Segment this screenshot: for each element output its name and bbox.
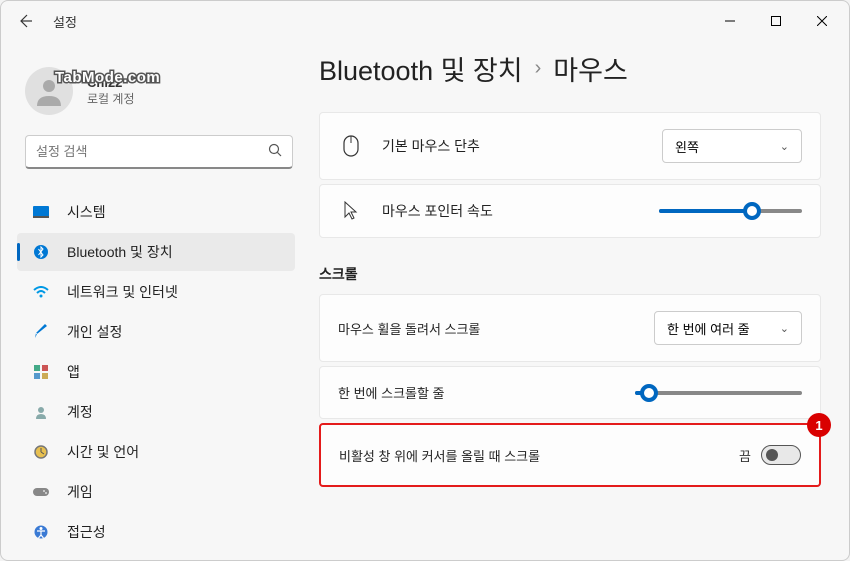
- gaming-icon: [31, 482, 51, 502]
- clock-icon: [31, 442, 51, 462]
- primary-button-label: 기본 마우스 단추: [382, 136, 480, 156]
- accounts-icon: [31, 402, 51, 422]
- sidebar: Chi22 로컬 계정 TabMode.com TabMode.com: [1, 41, 301, 560]
- nav-label: 접근성: [67, 522, 106, 542]
- pointer-speed-slider[interactable]: [659, 209, 802, 213]
- breadcrumb: Bluetooth 및 장치 › 마우스: [319, 49, 821, 88]
- window-title: 설정: [53, 12, 77, 31]
- user-type: 로컬 계정: [87, 90, 135, 107]
- nav-label: 개인 설정: [67, 322, 122, 342]
- person-icon: [32, 74, 66, 108]
- user-section[interactable]: Chi22 로컬 계정 TabMode.com TabMode.com: [17, 51, 301, 135]
- annotation-badge: 1: [807, 413, 831, 437]
- search-icon: [268, 143, 282, 160]
- avatar: [25, 67, 73, 115]
- nav-item-gaming[interactable]: 게임: [17, 473, 295, 511]
- scroll-heading: 스크롤: [319, 264, 821, 284]
- nav-label: 앱: [67, 362, 80, 382]
- hover-scroll-toggle-group: 끔: [739, 445, 801, 465]
- nav-item-network[interactable]: 네트워크 및 인터넷: [17, 273, 295, 311]
- close-button[interactable]: [799, 1, 845, 41]
- wheel-scroll-label: 마우스 휠을 돌려서 스크롤: [338, 319, 480, 338]
- main-content: Chi22 로컬 계정 TabMode.com TabMode.com: [1, 41, 849, 560]
- nav-label: Bluetooth 및 장치: [67, 242, 173, 262]
- nav-item-time-language[interactable]: 시간 및 언어: [17, 433, 295, 471]
- chevron-down-icon: ⌄: [780, 140, 789, 153]
- nav-item-accessibility[interactable]: 접근성: [17, 513, 295, 551]
- lines-at-time-setting: 한 번에 스크롤할 줄: [319, 366, 821, 419]
- back-button[interactable]: [5, 1, 45, 41]
- titlebar: 설정: [1, 1, 849, 41]
- primary-button-dropdown[interactable]: 왼쪽 ⌄: [662, 129, 802, 163]
- toggle-state-text: 끔: [739, 446, 751, 465]
- dropdown-value: 한 번에 여러 줄: [667, 319, 750, 338]
- search-input[interactable]: [36, 144, 268, 159]
- breadcrumb-parent[interactable]: Bluetooth 및 장치: [319, 49, 523, 88]
- nav-item-bluetooth[interactable]: Bluetooth 및 장치: [17, 233, 295, 271]
- dropdown-value: 왼쪽: [675, 137, 699, 156]
- user-name: Chi22: [87, 75, 135, 90]
- nav-item-system[interactable]: 시스템: [17, 193, 295, 231]
- nav-item-accounts[interactable]: 계정: [17, 393, 295, 431]
- hover-scroll-setting[interactable]: 비활성 창 위에 커서를 올릴 때 스크롤 끔 1: [319, 423, 821, 487]
- pointer-speed-label: 마우스 포인터 속도: [382, 201, 493, 221]
- nav-list: 시스템 Bluetooth 및 장치 네트워크 및 인터넷: [17, 191, 301, 553]
- minimize-icon: [725, 16, 735, 26]
- nav-label: 네트워크 및 인터넷: [67, 282, 178, 302]
- nav-label: 계정: [67, 402, 93, 422]
- nav-item-personalization[interactable]: 개인 설정: [17, 313, 295, 351]
- chevron-down-icon: ⌄: [780, 322, 789, 335]
- user-info: Chi22 로컬 계정: [87, 75, 135, 107]
- hover-scroll-toggle[interactable]: [761, 445, 801, 465]
- mouse-icon: [338, 135, 364, 157]
- accessibility-icon: [31, 522, 51, 542]
- maximize-button[interactable]: [753, 1, 799, 41]
- primary-button-setting: 기본 마우스 단추 왼쪽 ⌄: [319, 112, 821, 180]
- nav-item-apps[interactable]: 앱: [17, 353, 295, 391]
- nav-label: 시간 및 언어: [67, 442, 139, 462]
- pointer-speed-setting: 마우스 포인터 속도: [319, 184, 821, 238]
- window-controls: [707, 1, 845, 41]
- bluetooth-icon: [31, 242, 51, 262]
- content-area: Bluetooth 및 장치 › 마우스 기본 마우스 단추 왼쪽 ⌄: [301, 41, 849, 560]
- wheel-scroll-dropdown[interactable]: 한 번에 여러 줄 ⌄: [654, 311, 802, 345]
- maximize-icon: [771, 16, 781, 26]
- breadcrumb-current: 마우스: [553, 49, 628, 88]
- cursor-icon: [338, 201, 364, 221]
- settings-window: 설정 Chi22: [0, 0, 850, 561]
- nav-label: 게임: [67, 482, 93, 502]
- system-icon: [31, 202, 51, 222]
- lines-label: 한 번에 스크롤할 줄: [338, 383, 445, 402]
- chevron-right-icon: ›: [535, 57, 542, 80]
- hover-scroll-label: 비활성 창 위에 커서를 올릴 때 스크롤: [339, 446, 540, 465]
- search-box[interactable]: [25, 135, 293, 169]
- close-icon: [817, 16, 827, 26]
- wifi-icon: [31, 282, 51, 302]
- arrow-left-icon: [17, 13, 33, 29]
- minimize-button[interactable]: [707, 1, 753, 41]
- apps-icon: [31, 362, 51, 382]
- lines-slider[interactable]: [635, 391, 802, 395]
- paintbrush-icon: [31, 322, 51, 342]
- nav-label: 시스템: [67, 202, 106, 222]
- wheel-scroll-setting[interactable]: 마우스 휠을 돌려서 스크롤 한 번에 여러 줄 ⌄: [319, 294, 821, 362]
- toggle-knob: [766, 449, 778, 461]
